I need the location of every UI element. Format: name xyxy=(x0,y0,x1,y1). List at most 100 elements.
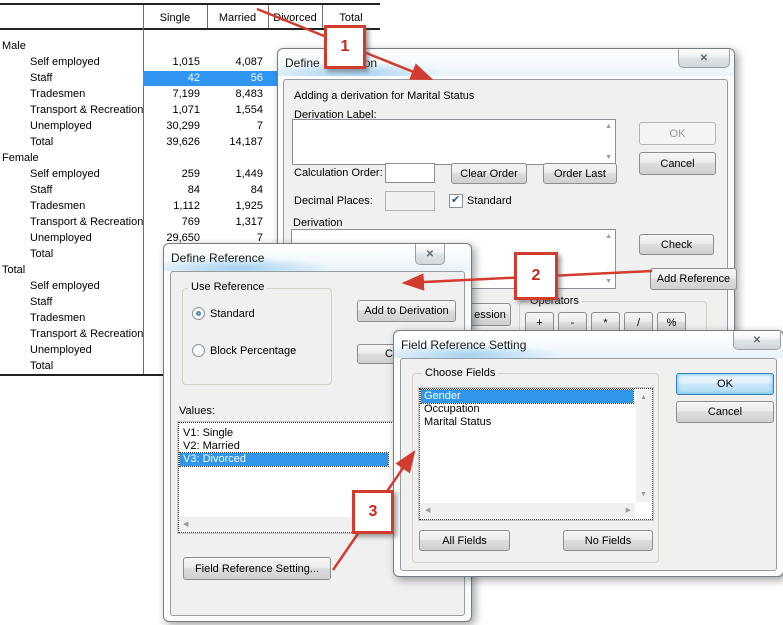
table-row-label[interactable]: Total xyxy=(30,248,53,261)
define-reference-title: Define Reference xyxy=(171,251,264,265)
vertical-scrollbar[interactable]: ▲ ▼ xyxy=(636,390,651,502)
table-row-label[interactable]: Tradesmen xyxy=(30,200,85,213)
table-row-label[interactable]: Tradesmen xyxy=(30,312,85,325)
fields-listbox[interactable]: Gender Occupation Marital Status ▲ ▼ ◀ ▶ xyxy=(419,388,653,520)
block-percentage-radio-label: Block Percentage xyxy=(210,345,296,358)
expression-button-partial[interactable]: ession xyxy=(469,303,511,326)
use-reference-group-label: Use Reference xyxy=(188,281,267,294)
column-header-single[interactable]: Single xyxy=(143,11,207,25)
table-row-label[interactable]: Self employed xyxy=(30,168,100,181)
table-row-label[interactable]: Self employed xyxy=(30,56,100,69)
table-group-label: Male xyxy=(2,40,26,53)
table-group-label: Female xyxy=(2,152,39,165)
table-row-label[interactable]: Staff xyxy=(30,72,52,85)
calculation-order-label: Calculation Order: xyxy=(294,167,383,180)
close-icon[interactable]: ✕ xyxy=(678,49,730,68)
column-header-total[interactable]: Total xyxy=(322,11,380,25)
table-row-label[interactable]: Unemployed xyxy=(30,232,92,245)
table-cell-married: 1,554 xyxy=(207,104,263,117)
table-cell-single: 39,626 xyxy=(143,136,200,149)
table-row-label[interactable]: Transport & Recreation xyxy=(30,328,143,341)
table-row-label[interactable]: Total xyxy=(30,360,53,373)
derivation-label-input[interactable]: ▲ ▼ xyxy=(292,119,616,165)
table-cell-single: 259 xyxy=(143,168,200,181)
scroll-down-icon[interactable]: ▼ xyxy=(605,154,612,161)
table-row-label[interactable]: Unemployed xyxy=(30,344,92,357)
values-label: Values: xyxy=(179,405,215,418)
add-to-derivation-button[interactable]: Add to Derivation xyxy=(357,300,456,322)
values-item-v2[interactable]: V2: Married xyxy=(180,440,388,453)
order-last-button[interactable]: Order Last xyxy=(543,163,617,184)
cancel-button[interactable]: Cancel xyxy=(676,401,774,423)
field-item-marital-status[interactable]: Marital Status xyxy=(421,416,633,429)
table-cell-married: 14,187 xyxy=(207,136,263,149)
choose-fields-group-label: Choose Fields xyxy=(422,367,498,380)
scroll-left-icon[interactable]: ◀ xyxy=(425,507,430,514)
table-row-label[interactable]: Staff xyxy=(30,184,52,197)
close-icon[interactable]: ✕ xyxy=(733,331,781,350)
callout-step-2: 2 xyxy=(514,252,558,300)
table-cell-married: 4,087 xyxy=(207,56,263,69)
table-row-label[interactable]: Tradesmen xyxy=(30,88,85,101)
field-item-gender[interactable]: Gender xyxy=(421,390,633,403)
check-button[interactable]: Check xyxy=(639,234,714,255)
scroll-down-icon[interactable]: ▼ xyxy=(640,491,647,498)
table-row-label[interactable]: Total xyxy=(30,136,53,149)
table-cell-single: 7,199 xyxy=(143,88,200,101)
table-cell-single: 84 xyxy=(143,184,200,197)
standard-radio[interactable] xyxy=(192,307,205,320)
no-fields-button[interactable]: No Fields xyxy=(563,530,653,551)
table-cell-single: 1,112 xyxy=(143,200,200,213)
table-cell-married: 1,449 xyxy=(207,168,263,181)
table-cell-married: 1,925 xyxy=(207,200,263,213)
table-cell-married: 7 xyxy=(207,120,263,133)
standard-checkbox[interactable] xyxy=(449,194,463,208)
table-cell-married: 8,483 xyxy=(207,88,263,101)
scroll-up-icon[interactable]: ▲ xyxy=(605,123,612,130)
values-item-v3[interactable]: V3: Divorced xyxy=(180,453,388,466)
horizontal-scrollbar[interactable]: ◀ ▶ xyxy=(421,503,635,518)
standard-checkbox-label: Standard xyxy=(467,195,512,208)
field-reference-setting-button[interactable]: Field Reference Setting... xyxy=(183,557,331,580)
table-row-label[interactable]: Self employed xyxy=(30,280,100,293)
scroll-up-icon[interactable]: ▲ xyxy=(640,394,647,401)
standard-radio-label: Standard xyxy=(210,308,255,321)
screen: Single Married Divorced Total Male Self e… xyxy=(0,0,783,625)
column-header-married[interactable]: Married xyxy=(207,11,268,25)
close-icon[interactable]: ✕ xyxy=(415,244,445,265)
cancel-button[interactable]: Cancel xyxy=(639,152,716,175)
table-row-label[interactable]: Unemployed xyxy=(30,120,92,133)
table-cell-single: 1,015 xyxy=(143,56,200,69)
field-item-occupation[interactable]: Occupation xyxy=(421,403,633,416)
column-header-divorced[interactable]: Divorced xyxy=(268,11,322,25)
table-cell-single: 30,299 xyxy=(143,120,200,133)
table-group-label: Total xyxy=(2,264,25,277)
table-header-border xyxy=(0,28,380,30)
add-reference-button[interactable]: Add Reference xyxy=(650,268,737,290)
scroll-up-icon[interactable]: ▲ xyxy=(605,233,612,240)
block-percentage-radio[interactable] xyxy=(192,344,205,357)
scroll-right-icon[interactable]: ▶ xyxy=(626,507,631,514)
table-cell-single: 1,071 xyxy=(143,104,200,117)
scroll-left-icon[interactable]: ◀ xyxy=(183,521,188,528)
derivation-intro-text: Adding a derivation for Marital Status xyxy=(294,90,474,103)
table-row-label[interactable]: Transport & Recreation xyxy=(30,216,143,229)
table-cell-single: 769 xyxy=(143,216,200,229)
table-cell-married: 84 xyxy=(207,184,263,197)
all-fields-button[interactable]: All Fields xyxy=(419,530,510,551)
ok-button[interactable]: OK xyxy=(676,373,774,395)
clear-order-button[interactable]: Clear Order xyxy=(451,163,527,184)
ok-button[interactable]: OK xyxy=(639,122,716,145)
callout-step-1: 1 xyxy=(324,25,366,69)
use-reference-group xyxy=(182,288,332,385)
table-cell-single: 42 xyxy=(143,72,200,85)
table-top-border xyxy=(0,3,380,5)
table-row-label[interactable]: Transport & Recreation xyxy=(30,104,143,117)
scroll-down-icon[interactable]: ▼ xyxy=(605,278,612,285)
decimal-places-input[interactable] xyxy=(385,191,435,211)
field-reference-setting-title: Field Reference Setting xyxy=(401,338,526,352)
callout-step-3: 3 xyxy=(352,490,394,534)
values-item-v1[interactable]: V1: Single xyxy=(180,427,388,440)
calculation-order-input[interactable] xyxy=(385,163,435,183)
table-row-label[interactable]: Staff xyxy=(30,296,52,309)
